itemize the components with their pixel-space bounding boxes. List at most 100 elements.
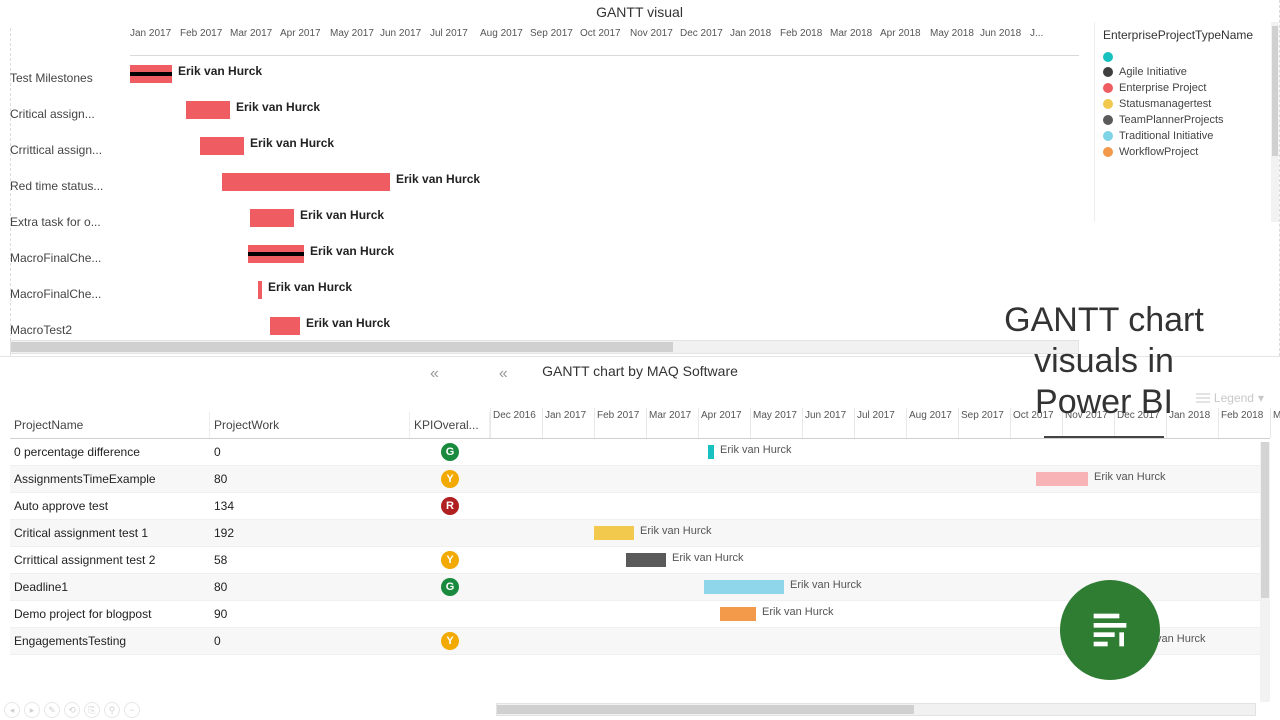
chevron-left-icon[interactable]: « (430, 365, 439, 383)
table-row[interactable]: Deadline180GErik van Hurck (10, 574, 1270, 601)
gantt-row[interactable]: Erik van Hurck (130, 200, 1079, 236)
column-header-projectwork[interactable]: ProjectWork (210, 412, 410, 438)
gantt-row[interactable]: Erik van Hurck (130, 236, 1079, 272)
legend-label: Enterprise Project (1119, 82, 1206, 94)
table-row[interactable]: Critical assignment test 1192Erik van Hu… (10, 520, 1270, 547)
gantt-bar[interactable] (1036, 472, 1088, 486)
gantt-bar[interactable] (130, 65, 172, 83)
gantt-visual[interactable]: Test MilestonesCritical assign...Crritti… (10, 28, 1079, 356)
time-tick: Aug 2017 (906, 408, 958, 438)
gantt-bar[interactable] (704, 580, 784, 594)
cell-projectwork: 58 (210, 553, 410, 567)
prev-page-icon[interactable]: ◂ (4, 702, 20, 718)
table-row[interactable]: Crrittical assignment test 258YErik van … (10, 547, 1270, 574)
table-row[interactable]: Demo project for blogpost90Erik van Hurc… (10, 601, 1270, 628)
edit-icon[interactable]: ✎ (44, 702, 60, 718)
gantt-bar[interactable] (594, 526, 634, 540)
cell-projectname: AssignmentsTimeExample (10, 472, 210, 486)
time-tick: May 2018 (930, 28, 980, 55)
column-header-kpi[interactable]: KPIOveral... (410, 412, 490, 438)
horizontal-scrollbar[interactable] (496, 703, 1256, 716)
resource-label: Erik van Hurck (720, 444, 792, 456)
vertical-scrollbar[interactable] (1260, 442, 1270, 702)
legend-item[interactable]: Traditional Initiative (1103, 130, 1271, 142)
collapse-chevrons[interactable]: «« (430, 365, 508, 383)
resource-label: Erik van Hurck (250, 136, 334, 150)
gantt-bar[interactable] (720, 607, 756, 621)
gantt-bar[interactable] (248, 245, 304, 263)
legend-color-dot (1103, 131, 1113, 141)
gantt-row[interactable]: Erik van Hurck (130, 272, 1079, 308)
legend-item[interactable]: TeamPlannerProjects (1103, 114, 1271, 126)
gantt-bar[interactable] (270, 317, 300, 335)
reset-icon[interactable]: ⟲ (64, 702, 80, 718)
legend-item[interactable]: Enterprise Project (1103, 82, 1271, 94)
gantt-row[interactable]: Erik van Hurck (130, 308, 1079, 338)
zoom-icon[interactable]: ⚲ (104, 702, 120, 718)
time-tick: Nov 2017 (1062, 408, 1114, 438)
time-tick: Apr 2017 (698, 408, 750, 438)
gantt-bar[interactable] (1098, 634, 1128, 648)
bookmark-icon[interactable]: ⎘ (84, 702, 100, 718)
gantt-bar[interactable] (186, 101, 230, 119)
time-tick: Dec 2016 (490, 408, 542, 438)
chevron-left-icon[interactable]: « (499, 365, 508, 383)
cell-projectname: Critical assignment test 1 (10, 526, 210, 540)
gantt-bar[interactable] (250, 209, 294, 227)
horizontal-scrollbar[interactable] (10, 340, 1079, 354)
resource-label: Erik van Hurck (762, 606, 834, 618)
resource-label: Erik van Hurck (306, 316, 390, 330)
time-tick: Feb 2018 (780, 28, 830, 55)
table-row[interactable]: 0 percentage difference0GErik van Hurck (10, 439, 1270, 466)
gantt-bar[interactable] (626, 553, 666, 567)
legend-item[interactable]: Statusmanagertest (1103, 98, 1271, 110)
legend-item[interactable]: Agile Initiative (1103, 66, 1271, 78)
gantt-row[interactable]: Erik van Hurck (130, 128, 1079, 164)
cell-projectwork: 90 (210, 607, 410, 621)
table-row[interactable]: Auto approve test134R (10, 493, 1270, 520)
gantt-bar[interactable] (258, 281, 262, 299)
time-tick: Jul 2017 (854, 408, 906, 438)
time-tick: Mar 2018 (1270, 408, 1280, 438)
legend-scrollbar[interactable] (1271, 22, 1279, 222)
kpi-badge: G (441, 443, 459, 461)
gantt-time-axis: Jan 2017Feb 2017Mar 2017Apr 2017May 2017… (130, 28, 1079, 56)
time-tick: Feb 2018 (1218, 408, 1270, 438)
legend-item[interactable]: WorkflowProject (1103, 146, 1271, 158)
time-tick: Apr 2018 (880, 28, 930, 55)
time-tick: Aug 2017 (480, 28, 530, 55)
gantt-row[interactable]: Erik van Hurck (130, 164, 1079, 200)
gantt-bar[interactable] (222, 173, 390, 191)
gantt-timeline[interactable]: Jan 2017Feb 2017Mar 2017Apr 2017May 2017… (130, 28, 1079, 338)
gantt-row-labels: Test MilestonesCritical assign...Crritti… (10, 60, 120, 348)
maq-gantt[interactable]: «« ProjectName ProjectWork KPIOveral... … (10, 387, 1270, 714)
gantt-row-label: MacroFinalChe... (10, 276, 120, 312)
pbi-page-toolbar[interactable]: ◂ ▸ ✎ ⟲ ⎘ ⚲ − (4, 702, 140, 718)
legend-color-dot (1103, 67, 1113, 77)
legend-label: WorkflowProject (1119, 146, 1198, 158)
minus-icon[interactable]: − (124, 702, 140, 718)
gantt-row[interactable]: Erik van Hurck (130, 56, 1079, 92)
scrollbar-thumb[interactable] (1261, 442, 1269, 598)
time-tick: Oct 2017 (1010, 408, 1062, 438)
cell-timeline: Erik van Hurck (490, 628, 1270, 654)
time-tick: May 2017 (330, 28, 380, 55)
table-row[interactable]: AssignmentsTimeExample80YErik van Hurck (10, 466, 1270, 493)
next-page-icon[interactable]: ▸ (24, 702, 40, 718)
gantt-bar[interactable] (708, 445, 714, 459)
gantt-row[interactable]: Erik van Hurck (130, 92, 1079, 128)
time-tick: May 2017 (750, 408, 802, 438)
table-row[interactable]: EngagementsTesting0YErik van Hurck (10, 628, 1270, 655)
maq-header-row: ProjectName ProjectWork KPIOveral... Dec… (10, 387, 1270, 439)
scrollbar-thumb[interactable] (1272, 26, 1278, 156)
cell-projectwork: 0 (210, 445, 410, 459)
time-tick: Oct 2017 (580, 28, 630, 55)
time-tick: Sep 2017 (958, 408, 1010, 438)
legend-color-dot (1103, 83, 1113, 93)
scrollbar-thumb[interactable] (11, 342, 673, 352)
cell-projectname: Crrittical assignment test 2 (10, 553, 210, 567)
gantt-bar[interactable] (200, 137, 244, 155)
scrollbar-thumb[interactable] (497, 705, 914, 714)
column-header-projectname[interactable]: ProjectName (10, 412, 210, 438)
legend-item[interactable] (1103, 52, 1271, 62)
